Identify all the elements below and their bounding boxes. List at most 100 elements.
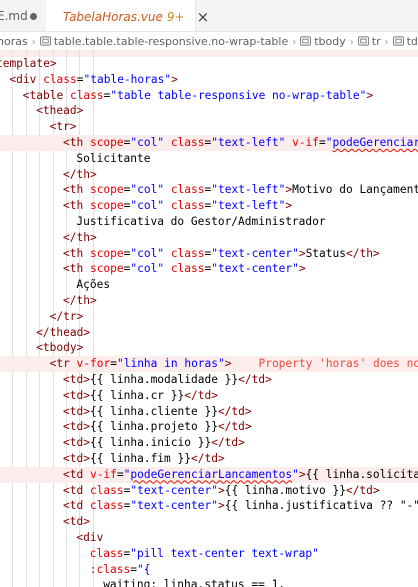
code-token: </td> (217, 404, 252, 418)
code-text: <td>{{ linha.modalidade }}</td> (63, 372, 272, 388)
code-token: "text-center" (130, 483, 218, 497)
code-line[interactable]: waiting: linha.status == 1, (0, 577, 418, 587)
code-token: scope (89, 135, 124, 149)
code-line[interactable]: <td class="text-center">{{ linha.motivo … (0, 483, 418, 499)
code-text: <tbody> (36, 340, 83, 356)
breadcrumb-item[interactable]: table.table.table-responsive.no-wrap-tab… (39, 32, 288, 52)
code-text: <th scope="col" class="text-left"> (63, 198, 292, 214)
code-line[interactable]: template> (0, 56, 418, 72)
code-line[interactable]: Solicitante (0, 151, 418, 167)
code-token: class (170, 246, 205, 260)
code-line[interactable]: <tr v-for="linha in horas"> Property 'ho… (0, 356, 418, 372)
code-token: " (325, 135, 333, 149)
code-token: v-if (89, 467, 117, 481)
code-line[interactable]: <tr> (0, 119, 418, 135)
code-line[interactable]: <tbody> (0, 340, 418, 356)
tab-tabelahoras[interactable]: TabelaHoras.vue 9+ × (46, 0, 209, 31)
code-token: scope (89, 199, 124, 213)
code-editor[interactable]: template> <div class="table-horas"> <table… (0, 50, 418, 587)
code-token: </td> (184, 388, 218, 402)
code-line[interactable]: <th scope="col" class="text-left">Motivo… (0, 182, 418, 198)
code-text: </thead> (36, 325, 90, 341)
code-line[interactable]: <td v-if="podeGerenciarLancamentos">{{ l… (0, 466, 418, 483)
code-line[interactable]: <thead> (0, 103, 418, 119)
code-token: class (89, 499, 124, 513)
element-icon (39, 36, 51, 46)
code-token: "linha in horas" (116, 357, 225, 371)
code-line[interactable]: <table class="table table-responsive no-… (0, 88, 418, 104)
code-text: waiting: linha.status == 1, (103, 577, 285, 587)
code-line[interactable]: <th scope="col" class="text-center">Stat… (0, 246, 418, 262)
code-token: {{ linha.cliente }} (89, 404, 218, 418)
code-token: </td> (217, 420, 252, 434)
code-text: Solicitante (76, 151, 150, 167)
code-line[interactable]: <td>{{ linha.inicio }}</td> (0, 435, 418, 451)
code-line[interactable]: <td>{{ linha.cr }}</td> (0, 388, 418, 404)
code-text: <thead> (36, 103, 83, 119)
code-text: <td class="text-center">{{ linha.justifi… (63, 498, 418, 514)
code-line[interactable]: <td> (0, 514, 418, 530)
breadcrumb-item[interactable]: tbody (300, 32, 346, 52)
tab-label: TabelaHoras.vue (63, 9, 163, 24)
breadcrumb-item[interactable]: tr (357, 32, 381, 52)
code-text: <td>{{ linha.projeto }}</td> (63, 419, 252, 435)
code-line[interactable]: <th scope="col" class="text-center"> (0, 261, 418, 277)
element-icon (357, 36, 369, 46)
code-token: {{ linha.motivo }} (224, 483, 346, 497)
close-tab-icon[interactable]: × (197, 1, 210, 32)
code-token: > (285, 199, 293, 213)
code-line[interactable]: <td>{{ linha.modalidade }}</td> (0, 372, 418, 388)
code-token: "text-left" (211, 183, 286, 197)
code-token: Motivo do Lançamento (292, 183, 418, 197)
code-line[interactable]: :class="{ (0, 562, 418, 578)
code-text: <th scope="col" class="text-center"> (63, 261, 306, 277)
breadcrumb-item[interactable]: td (392, 32, 418, 52)
code-line[interactable]: Justificativa do Gestor/Administrador (0, 214, 418, 230)
code-token: <td> (63, 372, 90, 386)
code-token: = (116, 467, 124, 481)
code-line[interactable]: <th scope="col" class="text-left" v-if="… (0, 134, 418, 151)
breadcrumb-label: td (406, 35, 418, 48)
code-token: "col" (130, 246, 171, 260)
tab-readme[interactable]: E.md (0, 0, 46, 31)
code-token: Justificativa do Gestor/Administrador (76, 214, 326, 228)
code-token: <tr> (49, 120, 77, 134)
code-token: Status (305, 246, 346, 260)
code-token: {{ linha.cr }} (89, 388, 185, 402)
code-token: <td> (63, 451, 90, 465)
code-line[interactable]: </th> (0, 167, 418, 183)
code-token: "table-horas" (83, 72, 172, 86)
code-line[interactable]: <th scope="col" class="text-left"> (0, 198, 418, 214)
code-token: <th (63, 199, 90, 213)
code-token: <th (63, 135, 90, 149)
breadcrumb: horas › table.table.table-responsive.no-wr… (0, 32, 418, 52)
code-text: <td> (63, 514, 90, 530)
code-line[interactable]: </th> (0, 230, 418, 246)
code-token: <td (63, 483, 90, 497)
code-line[interactable]: class="pill text-center text-wrap" (0, 546, 418, 562)
code-line[interactable]: <td>{{ linha.cliente }}</td> (0, 404, 418, 420)
code-line[interactable]: <td>{{ linha.fim }}</td> (0, 451, 418, 467)
code-text: <div (76, 530, 103, 546)
code-line[interactable]: <td class="text-center">{{ linha.justifi… (0, 498, 418, 514)
code-text: Ações (76, 277, 110, 293)
code-token: </tr> (49, 309, 84, 323)
code-token: </thead> (36, 325, 91, 339)
code-line[interactable]: <div (0, 530, 418, 546)
code-line[interactable]: Ações (0, 277, 418, 293)
breadcrumb-item[interactable]: horas (0, 32, 28, 52)
code-line[interactable]: </thead> (0, 325, 418, 341)
code-token: <td> (63, 420, 90, 434)
code-line[interactable]: <div class="table-horas"> (0, 72, 418, 88)
code-token: "text-center" (211, 262, 299, 276)
code-line[interactable]: </tr> (0, 309, 418, 325)
code-token: scope (89, 183, 124, 197)
code-line[interactable]: <td>{{ linha.projeto }}</td> (0, 419, 418, 435)
code-token: "text-center" (211, 246, 299, 260)
code-token: <td> (63, 388, 90, 402)
code-line[interactable]: </th> (0, 293, 418, 309)
code-text: </tr> (50, 309, 84, 325)
code-token: </th> (345, 246, 380, 260)
code-text: template> (0, 56, 57, 72)
code-token: podeGerenciarLancamentos (130, 467, 293, 481)
